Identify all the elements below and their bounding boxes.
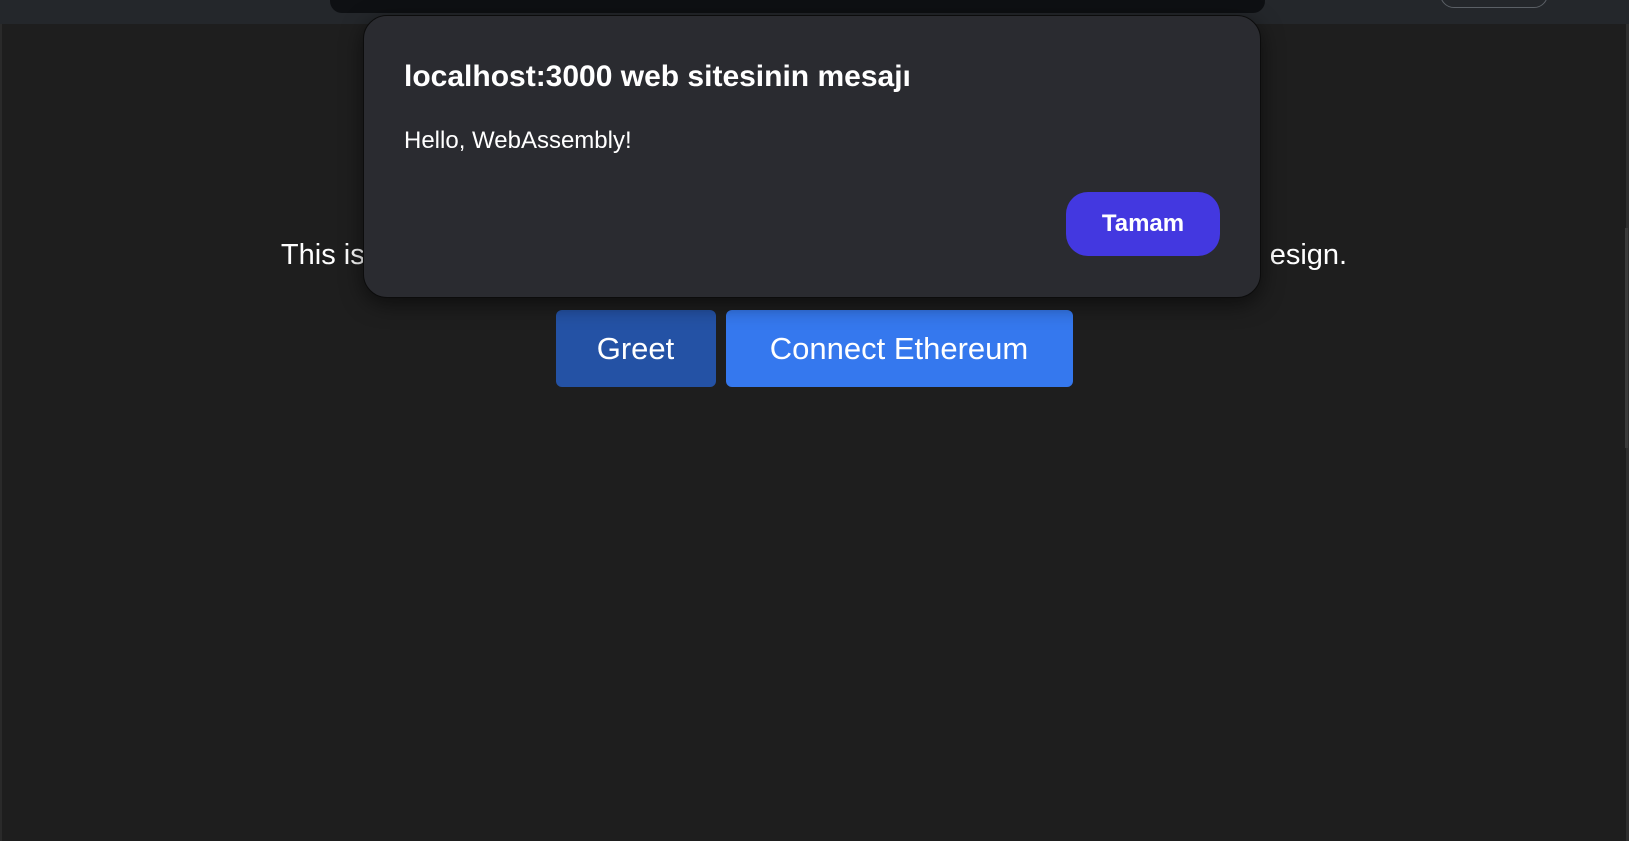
- dialog-message: Hello, WebAssembly!: [404, 127, 632, 154]
- alert-dialog: localhost:3000 web sitesinin mesajı Hell…: [363, 15, 1261, 298]
- action-buttons: Greet Connect Ethereum: [2, 310, 1626, 387]
- connect-ethereum-button[interactable]: Connect Ethereum: [725, 310, 1073, 387]
- dialog-title: localhost:3000 web sitesinin mesajı: [404, 60, 911, 93]
- address-bar-edge[interactable]: [330, 0, 1265, 13]
- description-start: This is: [280, 239, 365, 271]
- profile-button-edge[interactable]: [1440, 0, 1548, 8]
- description-end: esign.: [1269, 239, 1348, 271]
- dialog-ok-button[interactable]: Tamam: [1066, 192, 1220, 256]
- greet-button[interactable]: Greet: [555, 310, 716, 387]
